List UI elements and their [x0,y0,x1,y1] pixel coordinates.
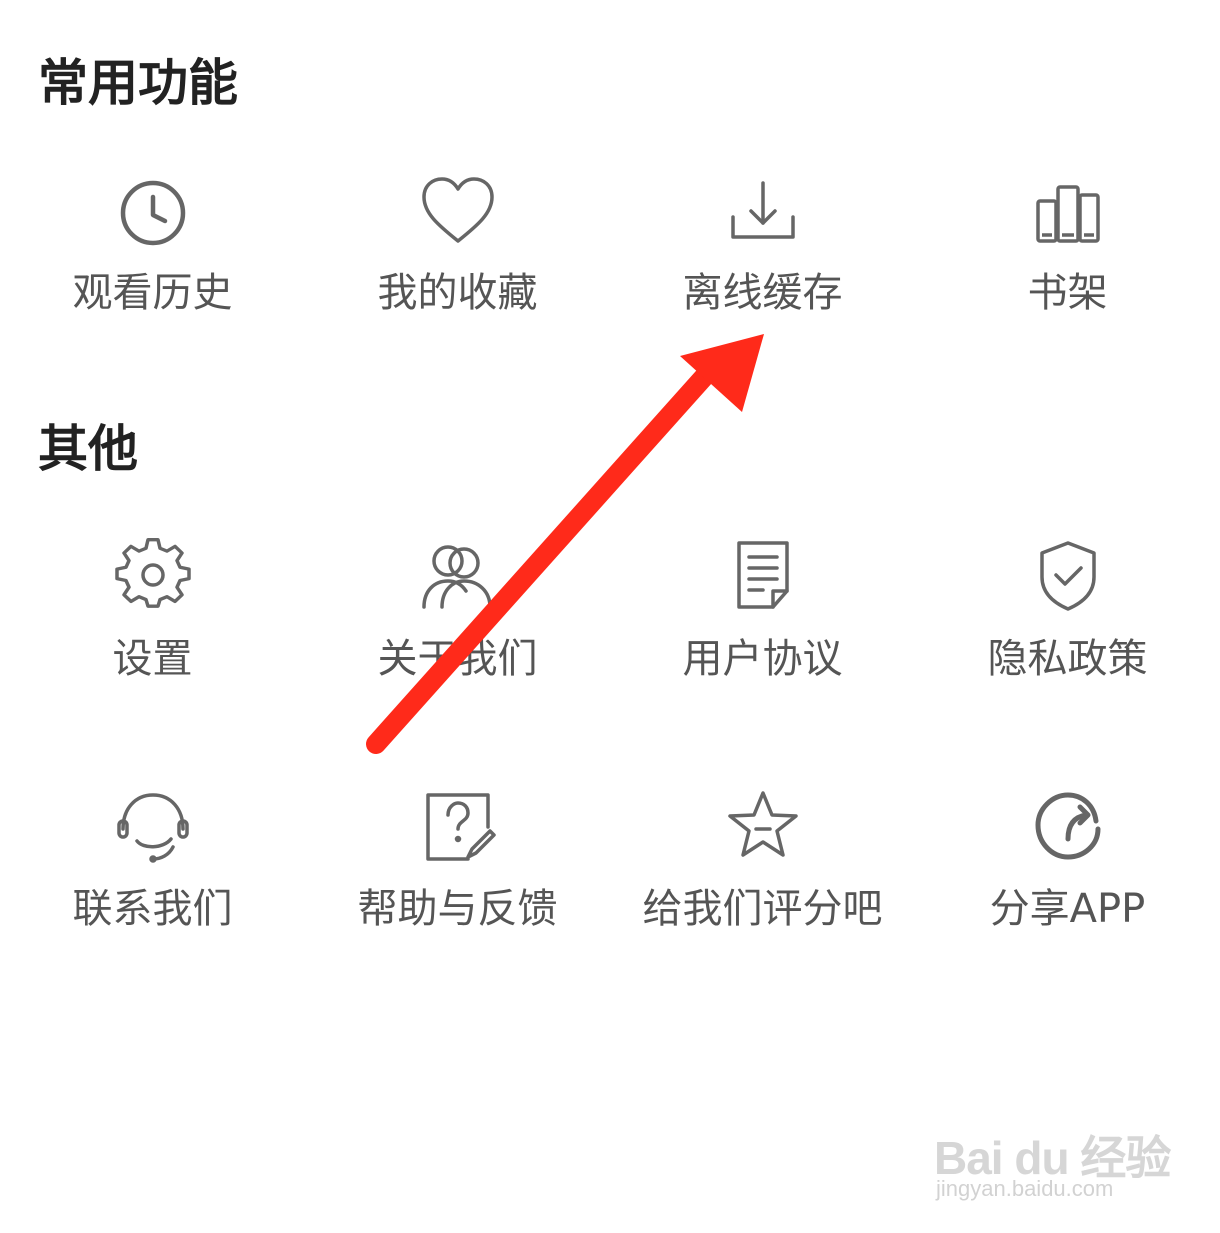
bookshelf-label: 书架 [1027,270,1108,316]
document-icon [610,532,915,618]
gear-icon [0,532,305,618]
rate-us-label: 给我们评分吧 [642,886,883,932]
privacy-policy-button[interactable]: 隐私政策 [915,532,1220,732]
about-us-label: 关于我们 [377,636,538,682]
share-rotate-icon [915,782,1220,868]
settings-button[interactable]: 设置 [0,532,305,732]
watch-history-button[interactable]: 观看历史 [0,166,305,366]
share-app-button[interactable]: 分享APP [915,782,1220,982]
help-feedback-label: 帮助与反馈 [357,886,558,932]
star-icon [610,782,915,868]
download-icon [610,166,915,252]
bookshelf-button[interactable]: 书架 [915,166,1220,366]
section-title-other: 其他 [38,420,138,478]
watch-history-label: 观看历史 [72,270,233,316]
heart-icon [305,166,610,252]
headset-icon [0,782,305,868]
offline-cache-label: 离线缓存 [682,270,843,316]
contact-us-button[interactable]: 联系我们 [0,782,305,982]
about-us-button[interactable]: 关于我们 [305,532,610,732]
my-favorites-button[interactable]: 我的收藏 [305,166,610,366]
user-agreement-button[interactable]: 用户协议 [610,532,915,732]
help-edit-icon [305,782,610,868]
section-title-common: 常用功能 [38,54,238,112]
watermark-url: jingyan.baidu.com [936,1176,1114,1201]
offline-cache-button[interactable]: 离线缓存 [610,166,915,366]
my-favorites-label: 我的收藏 [377,270,538,316]
share-app-label: 分享APP [989,886,1146,932]
rate-us-button[interactable]: 给我们评分吧 [610,782,915,982]
bookshelf-icon [915,166,1220,252]
help-feedback-button[interactable]: 帮助与反馈 [305,782,610,982]
settings-label: 设置 [112,636,193,682]
clock-icon [0,166,305,252]
baidu-watermark: Bai du 经验 jingyan.baidu.com [934,1100,1171,1210]
privacy-policy-label: 隐私政策 [987,636,1148,682]
shield-check-icon [915,532,1220,618]
contact-us-label: 联系我们 [72,886,233,932]
user-agreement-label: 用户协议 [682,636,843,682]
users-icon [305,532,610,618]
